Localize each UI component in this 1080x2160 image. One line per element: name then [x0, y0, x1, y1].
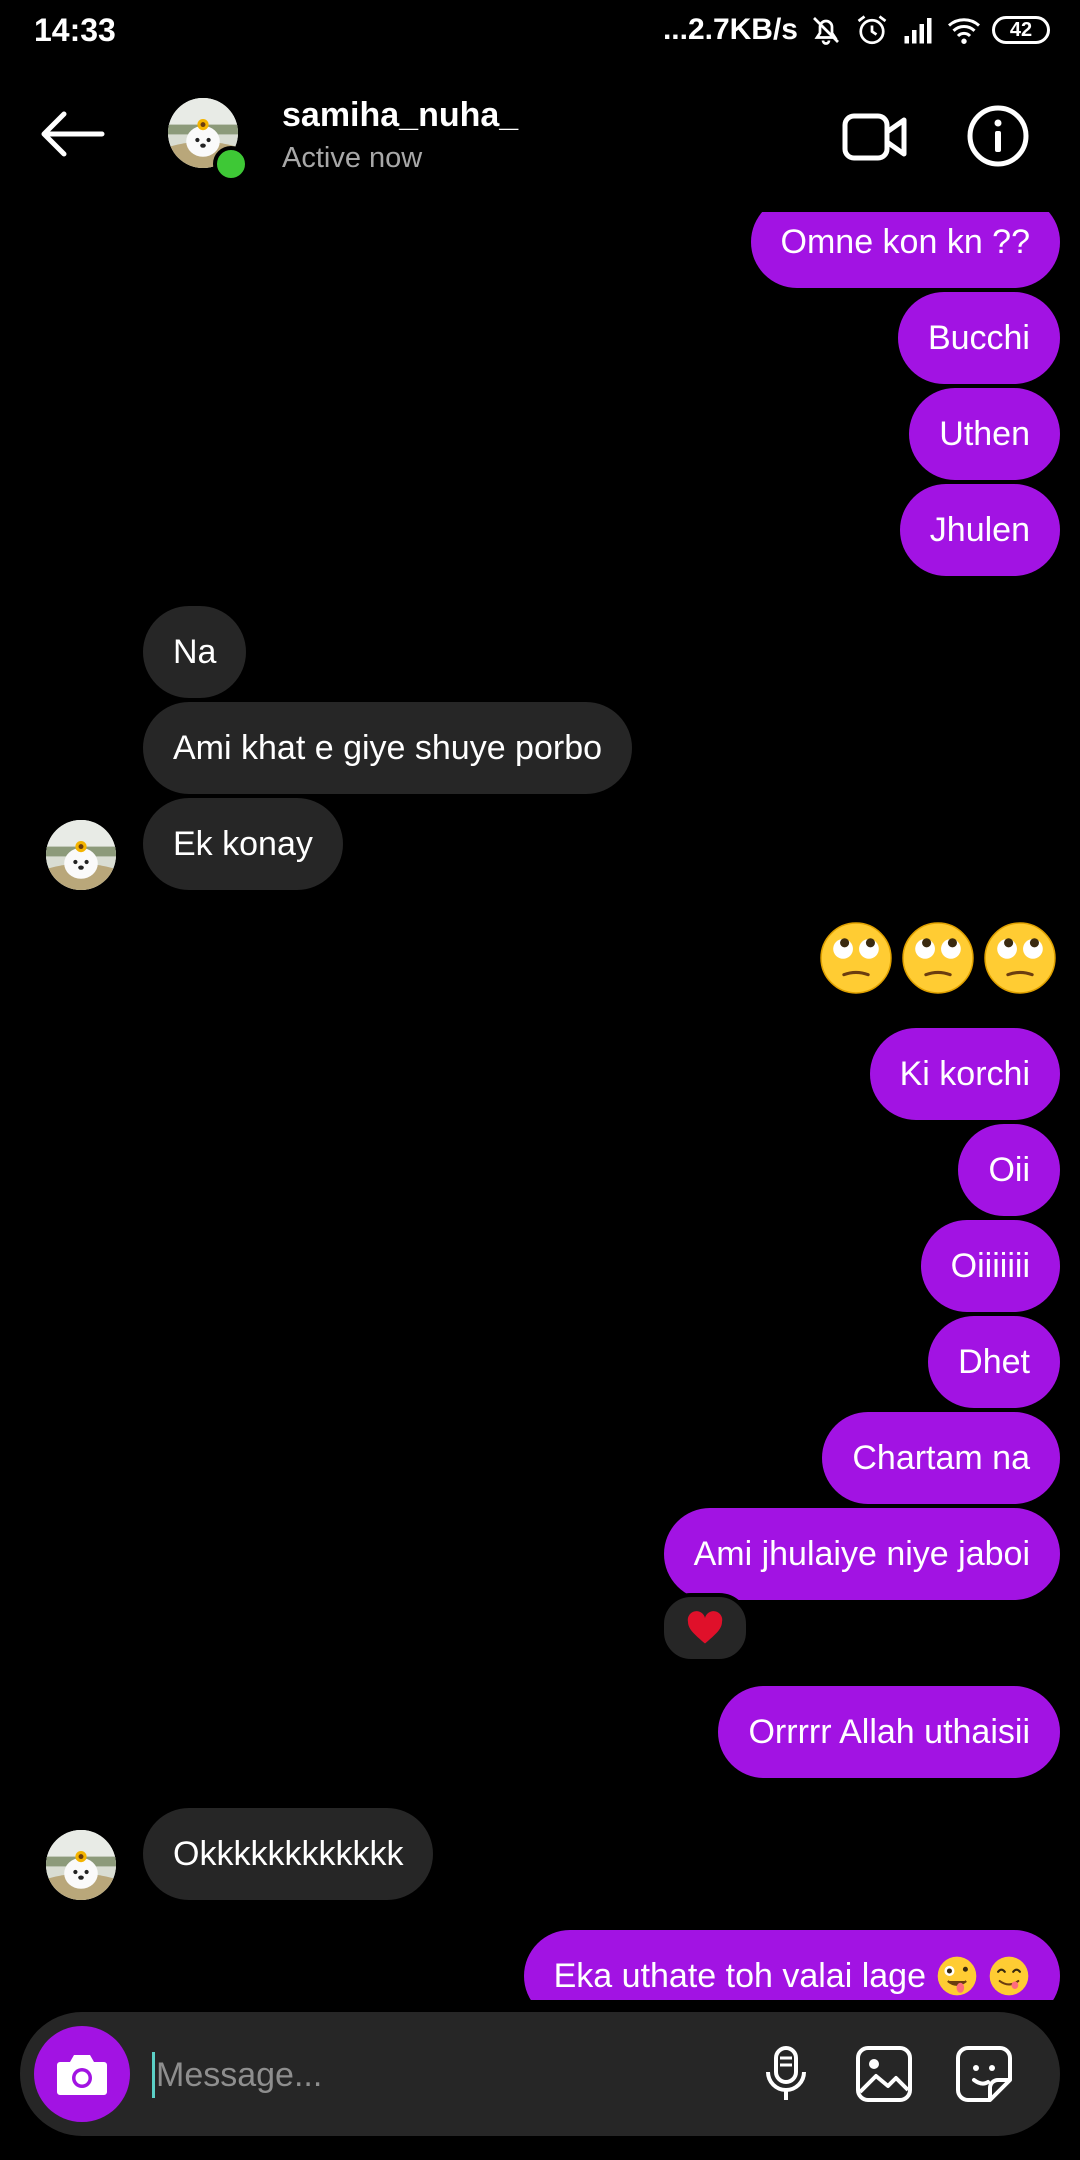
gallery-icon[interactable]: [852, 2042, 916, 2106]
sticker-icon[interactable]: [952, 2042, 1016, 2106]
heart-icon: [687, 1611, 723, 1644]
savoring-food-emoji-icon: [989, 1956, 1029, 1996]
camera-button[interactable]: [34, 2026, 130, 2122]
battery-level: 42: [1009, 18, 1033, 41]
rolling-eyes-emoji-icon: [819, 921, 893, 995]
message-text: Ki korchi: [899, 1055, 1030, 1093]
avatar[interactable]: [46, 820, 116, 890]
message-received[interactable]: Okkkkkkkkkkkk: [143, 1808, 434, 1900]
message-text: Omne kon kn ??: [780, 223, 1030, 261]
message-sent[interactable]: Ami jhulaiye niye jaboi: [663, 1508, 1060, 1600]
message-text: Ami jhulaiye niye jaboi: [693, 1535, 1030, 1573]
message-received[interactable]: Ek konay: [143, 798, 343, 890]
message-received[interactable]: Na: [143, 606, 247, 698]
status-icons: ...2.7KB/s 42: [663, 10, 1050, 50]
contact-username[interactable]: samiha_nuha_: [282, 96, 518, 135]
alarm-icon: [857, 15, 887, 45]
message-input[interactable]: [154, 2042, 718, 2108]
message-text: Orrrrr Allah uthaisii: [748, 1713, 1030, 1751]
message-text: Okkkkkkkkkkkk: [173, 1835, 404, 1873]
message-sent[interactable]: Oiiiiiii: [920, 1220, 1060, 1312]
network-speed: ...2.7KB/s: [662, 13, 798, 46]
avatar[interactable]: [46, 1830, 116, 1900]
zany-face-emoji-icon: [937, 1956, 977, 1996]
video-call-icon[interactable]: [842, 110, 908, 164]
message-text: Ami khat e giye shuye porbo: [173, 729, 603, 767]
info-icon[interactable]: [966, 104, 1030, 168]
signal-icon: [904, 18, 932, 44]
camera-icon: [57, 2055, 107, 2095]
message-sent[interactable]: Chartam na: [822, 1412, 1060, 1504]
message-text: Oiiiiiii: [950, 1247, 1030, 1285]
message-received[interactable]: Ami khat e giye shuye porbo: [143, 702, 633, 794]
message-sent[interactable]: Ki korchi: [869, 1028, 1060, 1120]
message-text: Bucchi: [927, 319, 1030, 357]
active-status: Active now: [282, 142, 423, 174]
emoji-message[interactable]: [818, 920, 1058, 996]
message-sent[interactable]: Bucchi: [897, 292, 1060, 384]
message-sent[interactable]: Oii: [958, 1124, 1060, 1216]
message-text: Uthen: [939, 415, 1030, 453]
chat-header: samiha_nuha_ Active now: [0, 62, 1080, 212]
message-sent[interactable]: Uthen: [909, 388, 1060, 480]
mute-bell-icon: [813, 17, 839, 45]
message-text: Dhet: [958, 1343, 1030, 1381]
message-text: Ek konay: [173, 825, 313, 863]
rolling-eyes-emoji-icon: [983, 921, 1057, 995]
microphone-icon[interactable]: [754, 2042, 818, 2106]
rolling-eyes-emoji-icon: [901, 921, 975, 995]
battery-icon: 42: [992, 16, 1050, 44]
message-sent[interactable]: Orrrrr Allah uthaisii: [718, 1686, 1060, 1778]
message-sent[interactable]: Jhulen: [899, 484, 1060, 576]
status-time: 14:33: [34, 12, 116, 48]
message-text: Na: [173, 633, 217, 671]
wifi-icon: [948, 18, 980, 44]
back-arrow-icon[interactable]: [36, 108, 108, 160]
message-text: Oii: [988, 1151, 1030, 1189]
message-text: Chartam na: [852, 1439, 1030, 1477]
message-text: Jhulen: [929, 511, 1030, 549]
message-sent[interactable]: Dhet: [928, 1316, 1060, 1408]
status-bar: 14:33 ...2.7KB/s 42: [0, 0, 1080, 62]
online-indicator: [213, 146, 249, 182]
message-composer: [20, 2012, 1060, 2136]
heart-reaction[interactable]: [660, 1593, 750, 1663]
